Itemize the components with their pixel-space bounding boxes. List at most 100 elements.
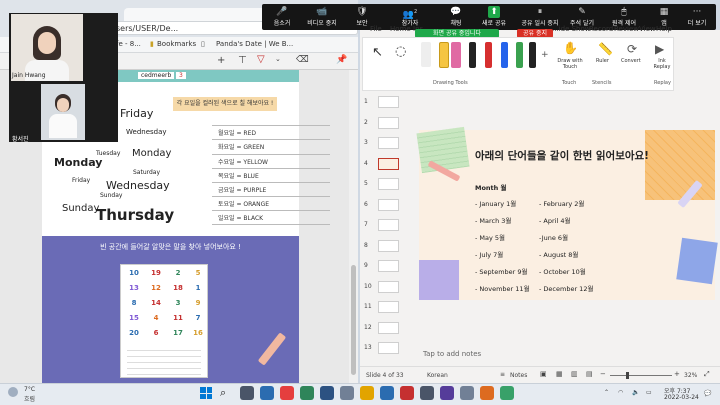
tray-chevron-icon[interactable]: ⌃ xyxy=(604,389,609,396)
convert-button[interactable]: Convert xyxy=(621,58,641,64)
bookmark-folder[interactable]: Bookmarks xyxy=(157,40,196,48)
select-icon[interactable]: ↖ xyxy=(372,45,383,60)
pen-red-icon[interactable] xyxy=(485,42,492,68)
app-icon[interactable] xyxy=(440,386,454,400)
slide-thumbnail[interactable] xyxy=(378,96,399,108)
search-icon[interactable]: ⌕ xyxy=(220,386,226,400)
task-view-icon[interactable] xyxy=(240,386,254,400)
mute-button[interactable]: 🎤 음소거 xyxy=(264,6,300,27)
reading-view-icon[interactable]: ▥ xyxy=(571,370,578,378)
slide-thumbnail[interactable] xyxy=(378,239,399,252)
slide-thumbnail[interactable] xyxy=(378,321,399,334)
zoom-app-icon[interactable] xyxy=(260,386,274,400)
zoom-slider[interactable] xyxy=(610,375,672,376)
slide-thumbnail[interactable] xyxy=(378,260,399,272)
slide-thumbnail[interactable] xyxy=(378,280,399,293)
participant-face xyxy=(38,32,56,54)
notification-icon[interactable]: 💬 xyxy=(704,390,711,397)
pen-pink-icon[interactable] xyxy=(451,42,461,68)
menu-home[interactable]: Home xyxy=(390,25,411,33)
zoom-percent[interactable]: 32% xyxy=(684,372,697,379)
volume-icon[interactable]: 🔈 xyxy=(632,389,639,396)
pin-icon[interactable]: 📌 xyxy=(336,55,347,65)
slideshow-icon[interactable]: ▤ xyxy=(586,370,593,378)
zoom-out-icon[interactable]: − xyxy=(600,370,606,378)
menu-help[interactable]: Help xyxy=(656,25,672,33)
slide-thumbnail[interactable] xyxy=(378,116,399,129)
ink-replay-button[interactable]: Ink Replay xyxy=(652,58,672,70)
kakaotalk-icon[interactable] xyxy=(360,386,374,400)
slide-thumbnail[interactable] xyxy=(378,301,399,313)
slide-number: 2 xyxy=(364,118,368,126)
current-slide[interactable]: 아래의 단어들을 같이 한번 읽어보아요! Month 월 - January … xyxy=(416,126,718,300)
battery-icon[interactable]: ▭ xyxy=(646,389,652,396)
word-grid xyxy=(127,345,201,375)
app-icon[interactable] xyxy=(500,386,514,400)
grid-number: 6 xyxy=(153,329,159,337)
grid-number: 12 xyxy=(151,284,161,292)
pen-blue-icon[interactable] xyxy=(501,42,508,68)
zoom-icon[interactable] xyxy=(380,386,394,400)
netflix-icon[interactable] xyxy=(400,386,414,400)
weather-temp[interactable]: 7°C xyxy=(24,386,35,393)
powerpoint-icon[interactable] xyxy=(480,386,494,400)
pen-green-icon[interactable] xyxy=(516,42,523,68)
draw-with-touch-button[interactable]: Draw with Touch xyxy=(555,58,585,70)
zoom-in-icon[interactable]: + xyxy=(674,370,680,378)
weather-icon[interactable] xyxy=(8,387,18,397)
fit-slide-icon[interactable]: ⤢ xyxy=(704,370,710,379)
notes-toggle[interactable]: Notes xyxy=(510,372,527,379)
add-pen-icon[interactable]: + xyxy=(541,50,549,60)
draw-icon[interactable]: ⊤ xyxy=(238,55,247,66)
slide-thumbnail[interactable] xyxy=(378,219,399,231)
eraser-icon[interactable] xyxy=(421,42,431,67)
slide-thumbnail[interactable] xyxy=(378,157,399,170)
sorter-view-icon[interactable]: ▦ xyxy=(556,370,563,378)
store-icon[interactable] xyxy=(420,386,434,400)
row-divider xyxy=(212,196,330,197)
slide-thumbnail[interactable] xyxy=(378,198,399,211)
lasso-icon[interactable]: ◌ xyxy=(395,44,406,59)
slide-thumbnail[interactable] xyxy=(378,137,399,149)
participant-video-2[interactable] xyxy=(41,84,85,140)
menu-view[interactable]: View xyxy=(639,25,656,33)
zoom-in-icon[interactable]: + xyxy=(217,55,225,66)
zoom-slider-thumb[interactable] xyxy=(626,372,629,379)
language-status[interactable]: Korean xyxy=(427,372,448,379)
pdf-scroll-thumb[interactable] xyxy=(351,265,356,375)
day-word: Wednesday xyxy=(126,128,167,136)
participant-video-1[interactable]: Jain Hwang xyxy=(11,14,83,81)
chevron-down-icon[interactable]: ⌄ xyxy=(275,55,281,63)
month-item: - April 4월 xyxy=(539,217,571,225)
pen-black-2-icon[interactable] xyxy=(529,42,536,68)
highlighter-yellow-icon[interactable] xyxy=(439,42,449,68)
menu-slideshow[interactable]: ...ide Show xyxy=(552,25,590,33)
clock-date[interactable]: 2022-03-24 xyxy=(664,394,699,401)
bookmark-link[interactable]: Panda's Date | We B... xyxy=(216,40,293,48)
normal-view-icon[interactable]: ▣ xyxy=(540,370,547,378)
stop-video-button[interactable]: 📹 비디오 중지 xyxy=(304,6,340,27)
slide-number: 4 xyxy=(364,159,368,167)
month-item: - January 1월 xyxy=(475,200,517,208)
app-icon[interactable] xyxy=(460,386,474,400)
notes-pane[interactable]: Tap to add notes xyxy=(419,348,715,362)
wifi-icon[interactable]: ◠ xyxy=(618,389,623,396)
word-icon[interactable] xyxy=(320,386,334,400)
highlight-icon[interactable]: ▽ xyxy=(257,54,265,65)
ruler-button[interactable]: Ruler xyxy=(596,58,609,64)
menu-review[interactable]: Review xyxy=(614,25,639,33)
slide-thumbnail[interactable] xyxy=(378,178,399,190)
bookmark-tab-fragment[interactable]: fe - 8... xyxy=(116,40,141,48)
participant-name-1: Jain Hwang xyxy=(12,72,46,79)
grid-number: 10 xyxy=(129,269,139,277)
grid-number: 11 xyxy=(173,314,183,322)
app-icon[interactable] xyxy=(340,386,354,400)
file-explorer-icon[interactable] xyxy=(300,386,314,400)
pen-black-icon[interactable] xyxy=(469,42,476,68)
windows-start-icon[interactable] xyxy=(200,387,212,399)
slide-thumbnail[interactable] xyxy=(378,342,399,354)
menu-record[interactable]: Record xyxy=(589,25,613,33)
edge-browser-icon[interactable] xyxy=(280,386,294,400)
eraser-icon[interactable]: ⌫ xyxy=(296,55,309,65)
menu-file[interactable]: File xyxy=(370,25,382,33)
